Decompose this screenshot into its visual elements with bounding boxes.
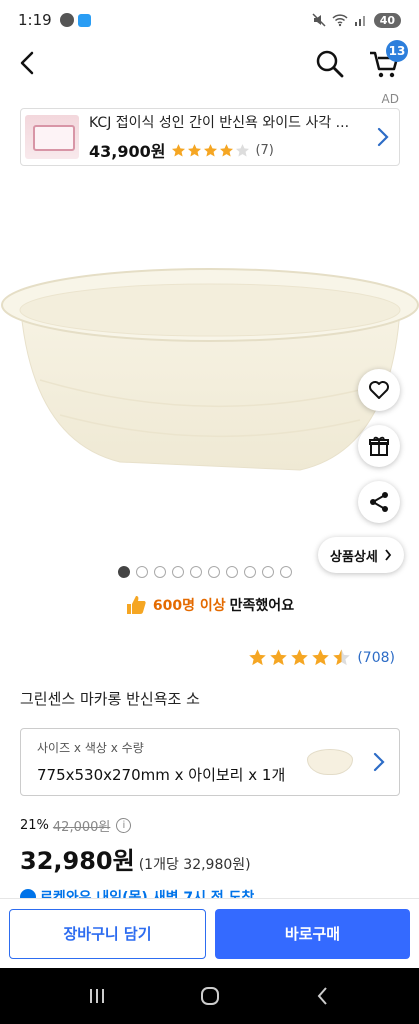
- discount-row: 21% 42,000원 i: [20, 816, 400, 835]
- ad-rating-stars: [171, 143, 251, 158]
- star-icon: [220, 143, 234, 156]
- product-title: 그린센스 마카롱 반신욕조 소: [20, 690, 200, 708]
- app-notification-icon: [77, 13, 91, 27]
- star-icon: [291, 649, 309, 666]
- clock: 1:19: [18, 11, 52, 29]
- satisfaction-banner: 600명 이상 만족했어요: [0, 594, 419, 616]
- back-nav-icon[interactable]: [311, 984, 335, 1008]
- ad-product-thumbnail: [25, 115, 79, 159]
- ad-price-row: 43,900원 (7): [89, 138, 375, 162]
- carousel-dot[interactable]: [136, 566, 148, 578]
- ad-banner[interactable]: KCJ 접이식 성인 간이 반신욕 와이드 사각 ... 43,900원 (7): [20, 108, 400, 166]
- wifi-icon: [332, 14, 348, 27]
- system-nav-bar: [0, 968, 419, 1024]
- star-icon: [312, 649, 330, 666]
- product-detail-label: 상품상세: [330, 549, 378, 565]
- chevron-right-icon: [377, 127, 389, 147]
- star-icon: [249, 649, 267, 666]
- star-icon: [172, 143, 186, 156]
- recent-apps-icon[interactable]: [85, 984, 109, 1008]
- star-icon: [333, 649, 351, 666]
- chevron-right-icon: [385, 549, 391, 561]
- carousel-dot[interactable]: [208, 566, 220, 578]
- carousel-dot[interactable]: [280, 566, 292, 578]
- unit-price: (1개당 32,980원): [138, 857, 251, 873]
- price-area: 21% 42,000원 i 32,980원 (1개당 32,980원): [20, 816, 400, 876]
- share-button[interactable]: [358, 481, 400, 523]
- bathtub-product-image: [1, 268, 419, 471]
- add-to-cart-button[interactable]: 장바구니 담기: [9, 908, 206, 959]
- gift-icon: [369, 436, 389, 456]
- cart-count-badge: 13: [386, 40, 408, 62]
- share-icon: [370, 492, 388, 512]
- gift-button[interactable]: [358, 425, 400, 467]
- ad-info: KCJ 접이식 성인 간이 반신욕 와이드 사각 ... 43,900원 (7): [89, 112, 375, 162]
- product-image-carousel[interactable]: [0, 200, 419, 555]
- top-nav: 13: [0, 40, 419, 86]
- ad-title: KCJ 접이식 성인 간이 반신욕 와이드 사각 ...: [89, 115, 350, 131]
- satisfaction-count: 600명 이상: [152, 598, 226, 614]
- mute-icon: [312, 13, 326, 27]
- star-icon: [188, 143, 202, 156]
- thumbs-up-icon: [126, 596, 146, 614]
- review-count: (708): [357, 649, 395, 666]
- discount-rate: 21%: [20, 818, 49, 833]
- status-icons: 40: [312, 12, 401, 28]
- back-button[interactable]: [12, 48, 42, 78]
- carousel-dot[interactable]: [154, 566, 166, 578]
- carousel-dot[interactable]: [262, 566, 274, 578]
- product-rating[interactable]: (708): [248, 648, 395, 667]
- buy-now-button[interactable]: 바로구매: [215, 908, 410, 959]
- sale-price-row: 32,980원 (1개당 32,980원): [20, 841, 400, 876]
- rating-stars: [248, 648, 353, 667]
- carousel-dot[interactable]: [190, 566, 202, 578]
- cart-button[interactable]: 13: [368, 40, 408, 80]
- carousel-dot[interactable]: [118, 566, 130, 578]
- bottom-action-bar: 장바구니 담기 바로구매: [0, 898, 419, 968]
- option-selector[interactable]: 사이즈 x 색상 x 수량 775x530x270mm x 아이보리 x 1개: [20, 728, 400, 796]
- home-icon[interactable]: [198, 984, 222, 1008]
- star-icon: [236, 143, 250, 156]
- chevron-right-icon: [373, 752, 385, 772]
- sale-price: 32,980원: [20, 847, 135, 875]
- carousel-indicator: [118, 566, 292, 578]
- ad-price: 43,900원: [89, 142, 166, 161]
- carousel-dot[interactable]: [226, 566, 238, 578]
- ad-review-count: (7): [255, 142, 274, 158]
- carousel-dot[interactable]: [244, 566, 256, 578]
- search-button[interactable]: [314, 48, 346, 80]
- info-icon[interactable]: i: [116, 818, 132, 833]
- search-icon: [316, 50, 344, 78]
- satisfaction-text: 만족했어요: [229, 598, 295, 614]
- chat-notification-icon: [59, 13, 74, 27]
- product-detail-button[interactable]: 상품상세: [318, 537, 404, 573]
- ad-label: AD: [381, 92, 399, 106]
- heart-icon: [369, 381, 389, 399]
- status-bar: 1:19 40: [0, 0, 419, 40]
- signal-icon: [354, 16, 365, 26]
- chevron-left-icon: [20, 51, 34, 75]
- carousel-dot[interactable]: [172, 566, 184, 578]
- star-icon: [204, 143, 218, 156]
- original-price: 42,000원: [52, 820, 111, 835]
- battery-indicator: 40: [373, 12, 401, 28]
- star-icon: [270, 649, 288, 666]
- wishlist-button[interactable]: [358, 369, 400, 411]
